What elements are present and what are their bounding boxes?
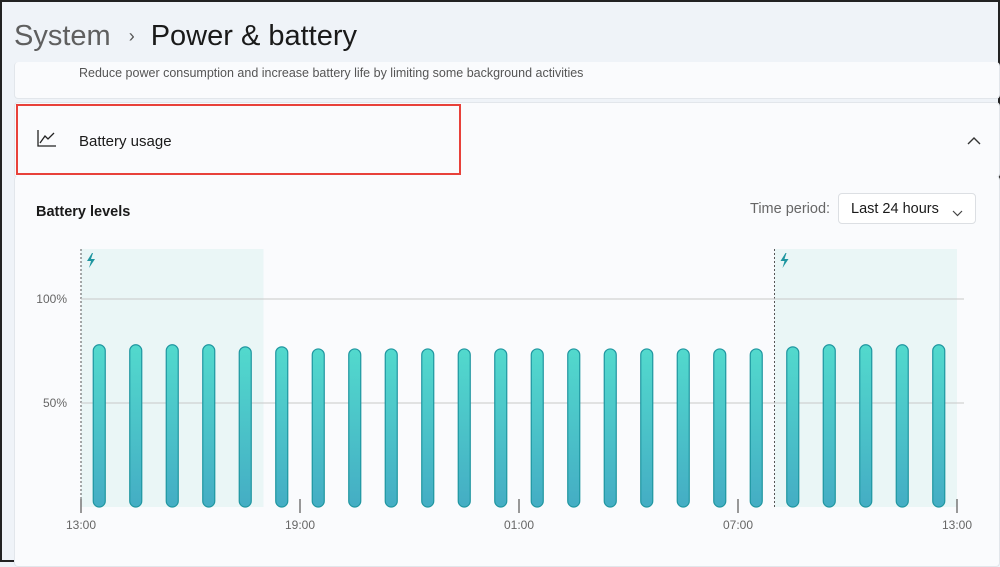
page-title: Power & battery [150, 20, 358, 52]
battery-bar [129, 344, 143, 508]
x-tick-label: 19:00 [285, 518, 315, 532]
battery-bar [786, 346, 800, 508]
battery-bar [567, 348, 581, 508]
time-period-value: Last 24 hours [851, 201, 939, 217]
x-tick-label: 01:00 [504, 518, 534, 532]
breadcrumb: System › Power & battery [14, 20, 357, 53]
y-tick-label: 50% [43, 396, 67, 410]
x-tick-label: 13:00 [66, 518, 96, 532]
battery-bar [238, 346, 252, 508]
battery-levels-title: Battery levels [36, 204, 131, 220]
battery-bar [640, 348, 654, 508]
battery-bar [275, 346, 289, 508]
x-tick-label: 07:00 [723, 518, 753, 532]
battery-bar [421, 348, 435, 508]
battery-bar [530, 348, 544, 508]
battery-bar [348, 348, 362, 508]
highlight-box [16, 104, 461, 175]
battery-levels-chart: 100% 50% 13:00 19:00 01:00 07:00 13:00 [36, 249, 972, 532]
battery-bar [603, 348, 617, 508]
battery-bar [822, 344, 836, 508]
battery-bar [311, 348, 325, 508]
battery-bar [165, 344, 179, 508]
time-period-label: Time period: [750, 201, 831, 217]
battery-bar [384, 348, 398, 508]
x-tick-label: 13:00 [942, 518, 972, 532]
time-period-dropdown[interactable]: Last 24 hours [838, 193, 976, 224]
battery-bar [859, 344, 873, 508]
breadcrumb-separator-icon: › [128, 26, 135, 46]
battery-bar [494, 348, 508, 508]
battery-bar [457, 348, 471, 508]
y-tick-label: 100% [36, 292, 67, 306]
battery-bar [92, 344, 106, 508]
battery-bar [202, 344, 216, 508]
energy-saver-card: Reduce power consumption and increase ba… [14, 62, 1000, 99]
battery-bar [895, 344, 909, 508]
chevron-up-icon[interactable] [967, 133, 981, 151]
battery-bar [676, 348, 690, 508]
chevron-down-icon [952, 204, 963, 222]
breadcrumb-system[interactable]: System [14, 20, 111, 53]
battery-bar [713, 348, 727, 508]
battery-bar [932, 344, 946, 508]
energy-saver-description: Reduce power consumption and increase ba… [79, 66, 584, 80]
battery-bar [749, 348, 763, 508]
